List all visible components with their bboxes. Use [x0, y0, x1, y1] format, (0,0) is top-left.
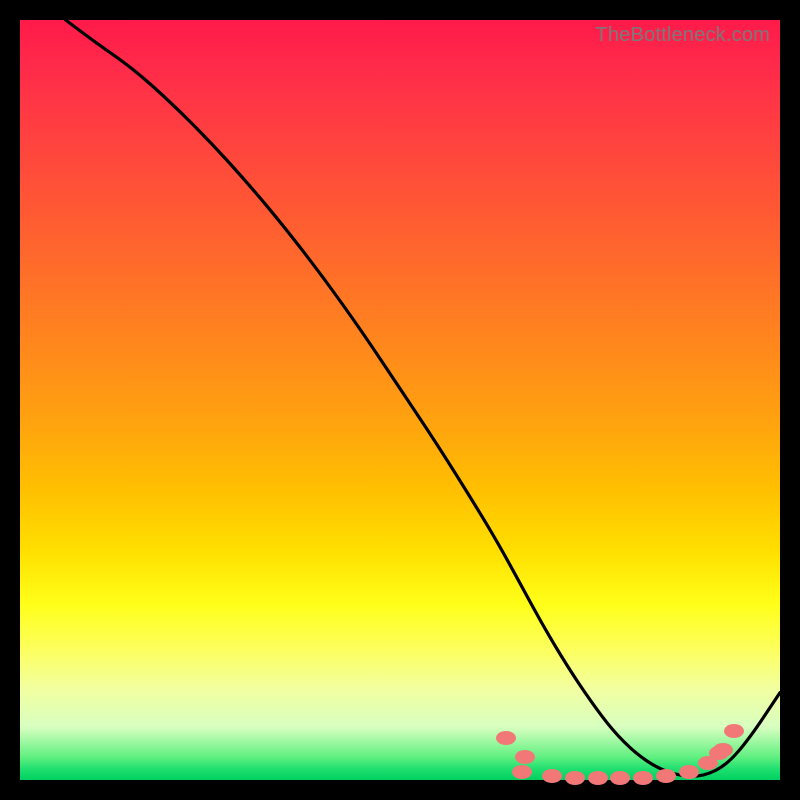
marker-dot: [496, 731, 516, 745]
marker-dot: [633, 771, 653, 785]
marker-dot: [724, 724, 744, 738]
chart-frame: TheBottleneck.com: [20, 20, 780, 780]
bottleneck-curve: [20, 20, 780, 780]
marker-dot: [588, 771, 608, 785]
marker-dot: [709, 746, 729, 760]
marker-dot: [542, 769, 562, 783]
marker-dot: [515, 750, 535, 764]
marker-dot: [610, 771, 630, 785]
marker-dot: [565, 771, 585, 785]
marker-dot: [656, 769, 676, 783]
marker-dot: [679, 765, 699, 779]
marker-dot: [512, 765, 532, 779]
